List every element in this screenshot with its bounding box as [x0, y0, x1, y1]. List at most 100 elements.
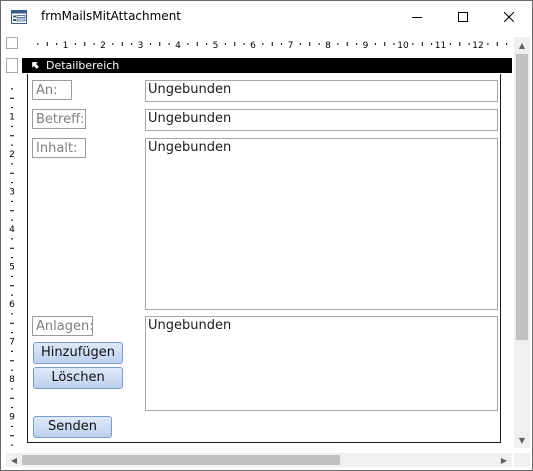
form-icon	[11, 10, 27, 24]
ruler-tick	[271, 42, 273, 46]
loeschen-button[interactable]: Löschen	[33, 367, 123, 389]
scroll-left-arrow-icon[interactable]: ◀	[7, 453, 21, 467]
ruler-tick	[11, 200, 13, 202]
title-bar[interactable]: frmMailsMitAttachment	[1, 1, 532, 32]
scroll-down-arrow-icon[interactable]: ▼	[515, 433, 529, 447]
ruler-tick	[46, 42, 48, 46]
ruler-tick	[506, 43, 508, 45]
label-anlagen[interactable]: Anlagen:	[32, 316, 94, 336]
section-arrow-icon	[32, 62, 39, 69]
section-header-detailbereich[interactable]: Detailbereich	[22, 58, 512, 73]
ruler-tick	[10, 360, 14, 362]
field-anlagen[interactable]: Ungebunden	[145, 316, 498, 411]
ruler-label: 4	[9, 225, 15, 235]
ruler-tick	[11, 425, 13, 427]
detail-section: An: Ungebunden Betreff: Ungebunden Inhal…	[27, 74, 501, 443]
ruler-label: 4	[175, 41, 181, 51]
ruler-tick	[11, 238, 13, 240]
ruler-tick	[84, 42, 86, 46]
maximize-icon	[458, 11, 468, 22]
ruler-tick	[11, 163, 13, 165]
scroll-right-arrow-icon[interactable]: ▶	[497, 453, 511, 467]
vertical-scrollbar[interactable]: ▲ ▼	[514, 37, 530, 448]
close-button[interactable]	[486, 1, 532, 32]
size-grip[interactable]	[514, 453, 530, 467]
ruler-tick	[187, 43, 189, 45]
ruler-tick	[262, 43, 264, 45]
ruler-tick	[10, 135, 14, 137]
ruler-tick	[318, 43, 320, 45]
ruler-tick	[224, 43, 226, 45]
ruler-tick	[11, 332, 13, 334]
horizontal-scrollbar[interactable]: ◀ ▶	[6, 453, 512, 467]
label-betreff[interactable]: Betreff:	[32, 109, 86, 129]
ruler-tick	[10, 210, 14, 212]
horizontal-scroll-thumb[interactable]	[22, 455, 340, 465]
ruler-tick	[243, 43, 245, 45]
ruler-tick	[356, 43, 358, 45]
ruler-tick	[206, 43, 208, 45]
ruler-label: 6	[9, 300, 15, 310]
ruler-tick	[131, 43, 133, 45]
ruler-tick	[281, 43, 283, 45]
field-inhalt[interactable]: Ungebunden	[145, 138, 498, 310]
ruler-tick	[299, 43, 301, 45]
ruler-tick	[159, 42, 161, 46]
ruler-select-box[interactable]	[6, 37, 18, 49]
minimize-button[interactable]	[394, 1, 440, 32]
ruler-label: 5	[213, 41, 219, 51]
ruler-label: 3	[9, 188, 15, 198]
scroll-up-arrow-icon[interactable]: ▲	[515, 38, 529, 52]
field-betreff[interactable]: Ungebunden	[145, 109, 498, 131]
vertical-scroll-thumb[interactable]	[516, 54, 528, 340]
ruler-tick	[11, 407, 13, 409]
ruler-label: 2	[100, 41, 106, 51]
ruler-tick	[10, 247, 14, 249]
ruler-label: 1	[9, 113, 15, 123]
ruler-tick	[196, 42, 198, 46]
ruler-tick	[11, 388, 13, 390]
ruler-label: 1	[63, 41, 69, 51]
field-an[interactable]: Ungebunden	[145, 80, 498, 102]
ruler-label: 9	[9, 413, 15, 423]
label-inhalt[interactable]: Inhalt:	[32, 138, 86, 158]
ruler-tick	[412, 43, 414, 45]
ruler-label: 8	[9, 375, 15, 385]
ruler-tick	[93, 43, 95, 45]
ruler-tick	[10, 172, 14, 174]
senden-button[interactable]: Senden	[33, 416, 112, 438]
ruler-tick	[309, 42, 311, 46]
horizontal-ruler[interactable]: 1 2 3 4 5 6 7 8 9 10 11 12	[22, 37, 512, 51]
maximize-button[interactable]	[440, 1, 486, 32]
ruler-tick	[11, 444, 13, 446]
ruler-tick	[459, 42, 461, 46]
ruler-tick	[11, 294, 13, 296]
ruler-tick	[149, 43, 151, 45]
section-label: Detailbereich	[46, 59, 120, 72]
ruler-tick	[431, 43, 433, 45]
ruler-tick	[337, 43, 339, 45]
close-icon	[504, 11, 514, 22]
hinzufuegen-button[interactable]: Hinzufügen	[33, 342, 123, 364]
ruler-tick	[11, 275, 13, 277]
ruler-label: 11	[435, 41, 446, 51]
ruler-tick	[384, 42, 386, 46]
ruler-tick	[56, 43, 58, 45]
ruler-tick	[11, 88, 13, 90]
ruler-tick	[10, 397, 14, 399]
ruler-tick	[11, 257, 13, 259]
label-an[interactable]: An:	[32, 80, 72, 100]
ruler-label: 12	[472, 41, 483, 51]
ruler-tick	[234, 42, 236, 46]
ruler-tick	[121, 42, 123, 46]
ruler-tick	[10, 285, 14, 287]
ruler-tick	[393, 43, 395, 45]
section-selector[interactable]	[6, 58, 18, 73]
ruler-tick	[11, 107, 13, 109]
ruler-tick	[11, 219, 13, 221]
ruler-tick	[10, 435, 14, 437]
ruler-label: 8	[325, 41, 331, 51]
ruler-tick	[374, 43, 376, 45]
ruler-tick	[11, 144, 13, 146]
vertical-ruler[interactable]: 1 2 3 4 5 6 7 8 9	[6, 75, 20, 447]
